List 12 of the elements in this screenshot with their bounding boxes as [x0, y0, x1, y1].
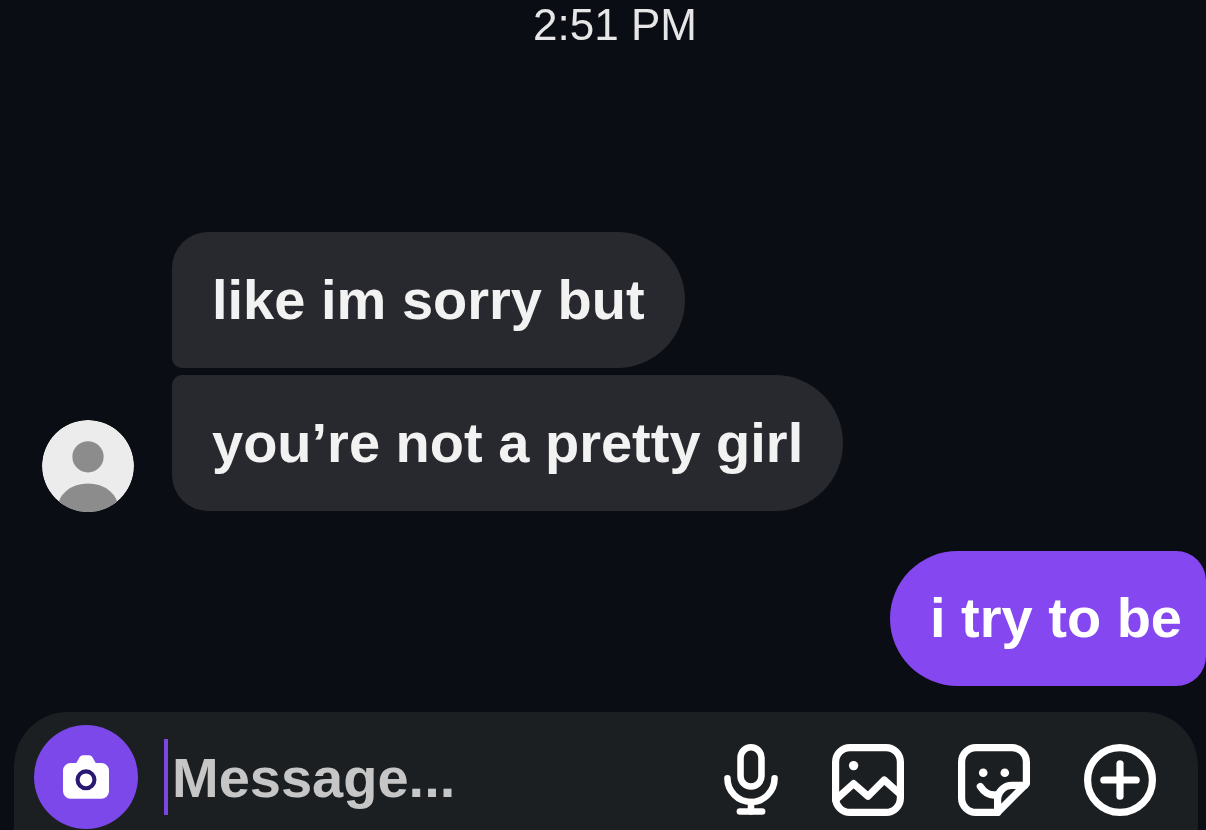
avatar-icon[interactable]	[42, 420, 134, 512]
message-bubble: you’re not a pretty girl	[172, 375, 844, 511]
image-icon[interactable]	[832, 744, 904, 816]
add-icon[interactable]	[1084, 744, 1156, 816]
message-composer[interactable]: Message...	[14, 712, 1198, 830]
message-field[interactable]: Message...	[164, 739, 704, 815]
message-bubble: i try to be	[889, 551, 1206, 686]
microphone-icon[interactable]	[724, 744, 778, 816]
sticker-icon[interactable]	[958, 744, 1030, 816]
timestamp: 2:51 PM	[533, 2, 697, 48]
camera-icon	[63, 754, 109, 800]
message-bubble: like im sorry but	[172, 232, 685, 368]
